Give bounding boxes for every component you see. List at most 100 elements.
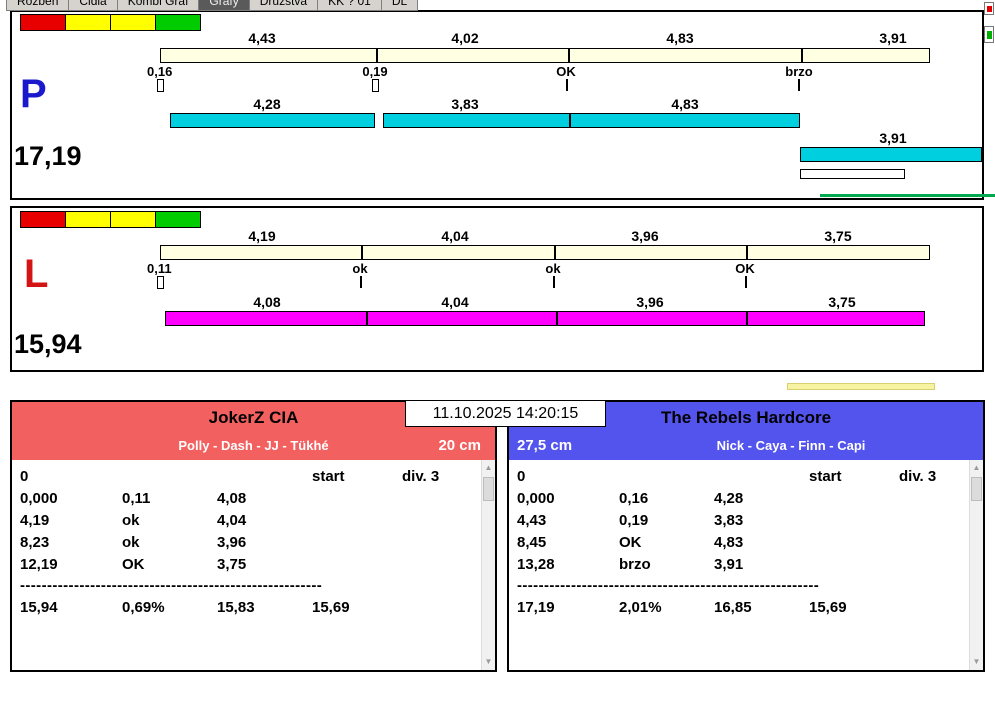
red-indicator-icon	[987, 6, 992, 12]
cell-cumulative: 4,19	[20, 512, 50, 529]
cell-cumulative: 4,43	[517, 512, 547, 529]
app-window: Rozbeh Cidla Kombi Graf Grafy Družstva K…	[0, 0, 995, 716]
table-row: 13,28 brzo 3,91	[509, 556, 967, 576]
lane-p-split-time: 4,43	[248, 30, 276, 46]
segment-divider	[554, 245, 556, 260]
tab-cidla[interactable]: Cidla	[69, 0, 118, 11]
segment-divider	[746, 245, 748, 260]
lane-l-split-time: 3,96	[631, 228, 659, 244]
scroll-down-icon[interactable]: ▼	[482, 654, 495, 670]
team-right-jump-height: 27,5 cm	[517, 437, 573, 454]
cell-start: start	[809, 468, 842, 485]
sensor-marker	[745, 276, 747, 288]
cell-time: 4,08	[217, 490, 247, 507]
scrollbar-thumb[interactable]	[971, 477, 982, 501]
scroll-up-icon[interactable]: ▲	[970, 460, 983, 476]
lane-p-panel: 4,43 4,02 4,83 3,91 0,16 0,19 OK brzo 4,…	[10, 10, 984, 200]
cell-crossing: OK	[122, 556, 145, 573]
lane-l-run-time: 3,96	[636, 294, 664, 310]
cell-time: 3,96	[217, 534, 247, 551]
status-light-yellow	[110, 211, 156, 228]
cell-time: 4,83	[714, 534, 744, 551]
cell-cumulative: 13,28	[517, 556, 555, 573]
cell-net-time: 15,83	[217, 599, 255, 616]
sensor-marker	[360, 276, 362, 288]
cell-time: 4,04	[217, 512, 247, 529]
table-row: 12,19 OK 3,75	[12, 556, 479, 576]
lane-p-empty-bar	[800, 169, 905, 179]
lane-l-timeline-bar	[160, 245, 930, 260]
sensor-marker	[566, 79, 568, 91]
cell-position: 0	[517, 468, 526, 485]
cell-total: 17,19	[517, 599, 555, 616]
table-totals-row: 15,94 0,69% 15,83 15,69	[12, 599, 479, 619]
tab-kombi-graf[interactable]: Kombi Graf	[117, 0, 200, 11]
lane-l-split-time: 3,75	[824, 228, 852, 244]
cell-crossing: ok	[122, 512, 140, 529]
segment-divider	[361, 245, 363, 260]
scroll-down-icon[interactable]: ▼	[970, 654, 983, 670]
table-separator-row: ----------------------------------------…	[12, 577, 479, 597]
table-row: 0 start div. 3	[12, 468, 479, 488]
cell-total: 15,94	[20, 599, 58, 616]
lane-p-split-time: 4,83	[666, 30, 694, 46]
lane-p-crossing: 0,16	[147, 64, 173, 79]
team-left-scrollbar[interactable]: ▲ ▼	[481, 460, 495, 670]
cell-position: 0	[20, 468, 29, 485]
cell-crossing: OK	[619, 534, 642, 551]
team-left-panel: JokerZ CIA Polly - Dash - JJ - Tükhé 20 …	[10, 400, 497, 672]
sensor-marker	[798, 79, 800, 91]
lane-p-run-time: 3,91	[879, 130, 907, 146]
tab-label: Grafy	[209, 0, 239, 8]
tab-label: Cidla	[79, 0, 107, 8]
lane-l-status-lights	[20, 211, 206, 228]
sensor-indicator-bottom	[984, 26, 994, 43]
lane-p-status-lights	[20, 14, 206, 31]
lane-p-progress-line	[820, 194, 995, 197]
cell-cumulative: 0,000	[20, 490, 58, 507]
status-light-green	[155, 211, 201, 228]
lane-p-crossing: 0,19	[362, 64, 388, 79]
cell-cumulative: 12,19	[20, 556, 58, 573]
tab-druzstva[interactable]: Družstva	[249, 0, 319, 11]
table-separator-row: ----------------------------------------…	[509, 577, 967, 597]
datetime-display: 11.10.2025 14:20:15	[405, 400, 606, 427]
segment-divider	[366, 311, 368, 326]
scroll-up-icon[interactable]: ▲	[482, 460, 495, 476]
cell-crossing: 0,19	[619, 512, 649, 529]
lane-p-total-time: 17,19	[14, 141, 82, 171]
tab-label: Kombi Graf	[127, 0, 189, 8]
scrollbar-thumb[interactable]	[483, 477, 494, 501]
lane-l-run-time: 4,04	[441, 294, 469, 310]
lane-l-label: L	[24, 252, 49, 296]
cell-division: div. 3	[899, 468, 937, 485]
lane-p-crossing: OK	[556, 64, 576, 79]
team-right-scrollbar[interactable]: ▲ ▼	[969, 460, 983, 670]
lane-l-crossing: OK	[735, 261, 755, 276]
sensor-marker	[372, 79, 379, 92]
segment-divider	[376, 48, 378, 63]
sensor-marker	[157, 276, 164, 289]
sensor-indicator-top	[984, 2, 994, 15]
lane-p-run-bar	[383, 113, 800, 128]
cell-record-time: 15,69	[809, 599, 847, 616]
status-light-yellow	[65, 211, 111, 228]
cell-time: 3,83	[714, 512, 744, 529]
status-light-green	[155, 14, 201, 31]
segment-divider	[569, 113, 571, 128]
cell-time: 3,75	[217, 556, 247, 573]
cell-crossing: 0,11	[122, 490, 151, 507]
lane-p-timeline-bar	[160, 48, 930, 63]
tab-dl[interactable]: DL	[381, 0, 419, 11]
sensor-marker	[553, 276, 555, 288]
table-row: 4,43 0,19 3,83	[509, 512, 967, 532]
cell-start: start	[312, 468, 345, 485]
tab-kk[interactable]: KK ? 01	[318, 0, 382, 11]
tab-grafy[interactable]: Grafy	[199, 0, 250, 11]
table-row: 8,23 ok 3,96	[12, 534, 479, 554]
lane-l-crossing: ok	[545, 261, 561, 276]
status-light-red	[20, 14, 66, 31]
lane-p-crossing: brzo	[785, 64, 813, 79]
cell-time: 4,28	[714, 490, 744, 507]
tab-rozbeh[interactable]: Rozbeh	[6, 0, 70, 11]
